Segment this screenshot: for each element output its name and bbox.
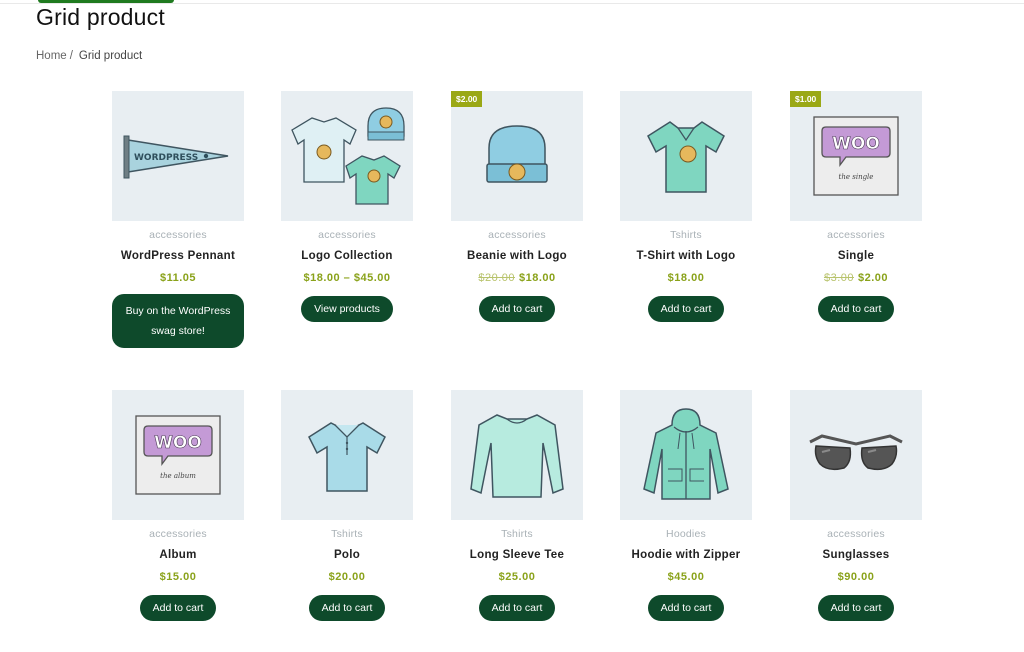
sunglasses-icon (809, 434, 903, 471)
product-category[interactable]: Tshirts (432, 528, 602, 541)
product-category[interactable]: accessories (771, 229, 941, 242)
product-image[interactable]: $1.00 WOO the single (790, 91, 922, 221)
product-category[interactable]: Tshirts (262, 528, 432, 541)
product-image[interactable] (620, 390, 752, 520)
current-price: $15.00 (159, 571, 197, 583)
product-price: $3.00 $2.00 (771, 272, 941, 286)
sale-price: $18.00 (519, 272, 556, 284)
product-name[interactable]: Sunglasses (771, 549, 941, 563)
product-name[interactable]: Polo (262, 549, 432, 563)
add-to-cart-button[interactable]: Add to cart (647, 296, 725, 322)
pennant-text: WORDPRESS (134, 153, 198, 163)
product-card: Tshirts Long Sleeve Tee $25.00 Add to ca… (432, 390, 602, 621)
product-name[interactable]: Hoodie with Zipper (601, 549, 771, 563)
add-to-cart-button[interactable]: Add to cart (647, 595, 725, 621)
logo-collection-icon (291, 107, 405, 205)
product-image[interactable]: WOO the album (112, 390, 244, 520)
product-name[interactable]: Long Sleeve Tee (432, 549, 602, 563)
product-category[interactable]: Tshirts (601, 229, 771, 242)
current-price: $25.00 (498, 571, 536, 583)
product-name[interactable]: Album (93, 549, 263, 563)
product-card: Hoodies Hoodie with Zipper $45.00 Add to… (601, 390, 771, 621)
product-card: accessories Sunglasses $90.00 Add to car… (771, 390, 941, 621)
woo-caption-text: the single (839, 173, 874, 181)
long-sleeve-icon (470, 414, 564, 498)
product-price: $20.00 (262, 571, 432, 585)
old-price: $3.00 (823, 272, 854, 284)
polo-icon (308, 422, 386, 492)
product-image[interactable]: WORDPRESS (112, 91, 244, 221)
beanie-icon (486, 125, 548, 183)
product-image[interactable] (281, 390, 413, 520)
sale-badge: $1.00 (790, 91, 822, 107)
product-price: $18.00 (601, 272, 771, 286)
tshirt-icon (647, 121, 725, 193)
sale-badge: $2.00 (451, 91, 483, 107)
product-image[interactable] (790, 390, 922, 520)
product-price: $18.00 – $45.00 (262, 272, 432, 286)
product-name[interactable]: Beanie with Logo (432, 250, 602, 264)
buy-external-button[interactable]: Buy on the WordPress swag store! (112, 294, 244, 348)
woo-brand-text: WOO (154, 433, 202, 453)
woo-single-icon: WOO the single (813, 116, 899, 196)
product-card: Tshirts T-Shirt with Logo $18.00 Add to … (601, 91, 771, 322)
add-to-cart-button[interactable]: Add to cart (817, 296, 895, 322)
product-category[interactable]: accessories (93, 528, 263, 541)
current-price: $20.00 (328, 571, 366, 583)
add-to-cart-button[interactable]: Add to cart (478, 595, 556, 621)
product-name[interactable]: Single (771, 250, 941, 264)
product-name[interactable]: Logo Collection (262, 250, 432, 264)
add-to-cart-button[interactable]: Add to cart (478, 296, 556, 322)
product-category[interactable]: Hoodies (601, 528, 771, 541)
product-card: Tshirts Polo $20.00 Add to cart (262, 390, 432, 621)
hoodie-icon (643, 408, 729, 500)
product-image[interactable] (620, 91, 752, 221)
add-to-cart-button[interactable]: Add to cart (308, 595, 386, 621)
product-card: WOO the album accessories Album $15.00 A… (93, 390, 263, 621)
product-price: $11.05 (93, 272, 263, 286)
price-range: $18.00 – $45.00 (303, 272, 391, 284)
product-card: WORDPRESS accessories WordPress Pennant … (93, 91, 263, 348)
product-price: $15.00 (93, 571, 263, 585)
woo-brand-text: WOO (832, 134, 880, 154)
product-category[interactable]: accessories (262, 229, 432, 242)
woo-caption-text: the album (160, 472, 196, 480)
current-price: $18.00 (667, 272, 705, 284)
product-category[interactable]: accessories (771, 528, 941, 541)
add-to-cart-button[interactable]: Add to cart (139, 595, 217, 621)
woo-album-icon: WOO the album (135, 415, 221, 495)
product-price: $20.00 $18.00 (432, 272, 602, 286)
current-price: $45.00 (667, 571, 705, 583)
product-price: $25.00 (432, 571, 602, 585)
product-card: $1.00 WOO the single accessories Single … (771, 91, 941, 322)
product-category[interactable]: accessories (93, 229, 263, 242)
product-image[interactable] (281, 91, 413, 221)
current-price: $11.05 (159, 272, 197, 284)
product-card: accessories Logo Collection $18.00 – $45… (262, 91, 432, 322)
product-name[interactable]: WordPress Pennant (93, 250, 263, 264)
product-price: $45.00 (601, 571, 771, 585)
add-to-cart-button[interactable]: Add to cart (817, 595, 895, 621)
product-card: $2.00 accessories Beanie with Logo $20.0… (432, 91, 602, 322)
sale-price: $2.00 (858, 272, 889, 284)
pennant-icon: WORDPRESS (123, 135, 229, 179)
view-products-button[interactable]: View products (301, 296, 393, 322)
product-grid: WORDPRESS accessories WordPress Pennant … (0, 0, 1024, 652)
product-name[interactable]: T-Shirt with Logo (601, 250, 771, 264)
current-price: $90.00 (837, 571, 875, 583)
product-price: $90.00 (771, 571, 941, 585)
product-image[interactable] (451, 390, 583, 520)
product-image[interactable]: $2.00 (451, 91, 583, 221)
old-price: $20.00 (478, 272, 515, 284)
product-category[interactable]: accessories (432, 229, 602, 242)
